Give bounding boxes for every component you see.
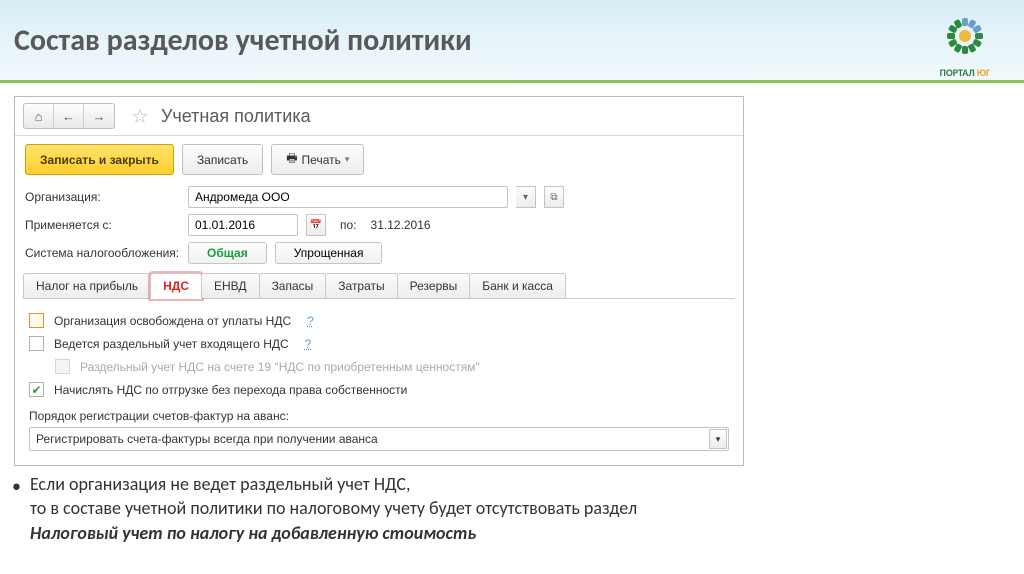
- help-icon[interactable]: ?: [307, 314, 314, 328]
- row-separate-sub: Раздельный учет НДС на счете 19 "НДС по …: [29, 355, 729, 378]
- nav-group: ⌂ ← →: [23, 103, 115, 129]
- organization-input[interactable]: [188, 186, 508, 208]
- bullet-icon: •: [12, 474, 21, 498]
- calendar-icon[interactable]: 📅: [306, 214, 326, 236]
- logo-icon: [937, 8, 993, 64]
- slide-body-text: • Если организация не ведет раздельный у…: [30, 472, 1004, 545]
- printer-icon: 🖶: [286, 149, 297, 170]
- invoice-order-value: Регистрировать счета-фактуры всегда при …: [36, 432, 378, 446]
- label-separate: Ведется раздельный учет входящего НДС: [54, 337, 289, 351]
- label-tax-system: Система налогообложения:: [25, 246, 180, 260]
- slide-title: Состав разделов учетной политики: [14, 22, 472, 59]
- app-window: ⌂ ← → ☆ Учетная политика Записать и закр…: [14, 96, 744, 466]
- checkbox-separate[interactable]: [29, 336, 44, 351]
- tax-simplified-button[interactable]: Упрощенная: [275, 242, 383, 264]
- chevron-down-icon: ▾: [345, 154, 350, 165]
- tab-vat[interactable]: НДС: [150, 273, 202, 299]
- tab-reserves[interactable]: Резервы: [397, 273, 471, 298]
- print-button[interactable]: 🖶 Печать ▾: [271, 144, 364, 175]
- chevron-down-icon: ▾: [709, 429, 727, 449]
- tabs: Налог на прибыль НДС ЕНВД Запасы Затраты…: [23, 273, 735, 299]
- print-label: Печать: [302, 153, 341, 167]
- date-from-input[interactable]: [188, 214, 298, 236]
- label-separate-sub: Раздельный учет НДС на счете 19 "НДС по …: [80, 360, 480, 374]
- tab-profit-tax[interactable]: Налог на прибыль: [23, 273, 151, 298]
- tab-bank-cash[interactable]: Банк и касса: [469, 273, 566, 298]
- favorite-icon[interactable]: ☆: [131, 104, 149, 129]
- forward-button[interactable]: →: [84, 104, 114, 128]
- date-to-value: 31.12.2016: [371, 218, 431, 232]
- tab-costs[interactable]: Затраты: [325, 273, 397, 298]
- row-applies-from: Применяется с: 📅 по: 31.12.2016: [15, 211, 743, 239]
- tax-general-button[interactable]: Общая: [188, 242, 267, 264]
- save-and-close-button[interactable]: Записать и закрыть: [25, 144, 174, 175]
- checkbox-exempt[interactable]: [29, 313, 44, 328]
- logo-text: ПОРТАЛ ЮГ: [920, 66, 1010, 79]
- label-invoice-order: Порядок регистрации счетов-фактур на ава…: [29, 401, 729, 427]
- label-applies-from: Применяется с:: [25, 218, 180, 232]
- toolbar: Записать и закрыть Записать 🖶 Печать ▾: [15, 136, 743, 183]
- save-button[interactable]: Записать: [182, 144, 263, 175]
- checkbox-separate-sub: [55, 359, 70, 374]
- open-button[interactable]: ⧉: [544, 186, 564, 208]
- home-button[interactable]: ⌂: [24, 104, 54, 128]
- label-exempt: Организация освобождена от уплаты НДС: [54, 314, 291, 328]
- form-title: Учетная политика: [161, 106, 311, 127]
- logo: ПОРТАЛ ЮГ: [920, 8, 1010, 79]
- label-organization: Организация:: [25, 190, 180, 204]
- label-accrue: Начислять НДС по отгрузке без перехода п…: [54, 383, 407, 397]
- body-line-1: Если организация не ведет раздельный уче…: [30, 473, 410, 495]
- divider-line: [0, 80, 1024, 83]
- organization-field[interactable]: [195, 190, 501, 204]
- dropdown-button[interactable]: ▾: [516, 186, 536, 208]
- invoice-order-select[interactable]: Регистрировать счета-фактуры всегда при …: [29, 427, 729, 451]
- body-line-3: Налоговый учет по налогу на добавленную …: [30, 522, 476, 544]
- row-exempt: Организация освобождена от уплаты НДС ?: [29, 309, 729, 332]
- row-tax-system: Система налогообложения: Общая Упрощенна…: [15, 239, 743, 267]
- help-icon[interactable]: ?: [305, 337, 312, 351]
- row-organization: Организация: ▾ ⧉: [15, 183, 743, 211]
- label-to: по:: [340, 218, 357, 232]
- row-separate: Ведется раздельный учет входящего НДС ?: [29, 332, 729, 355]
- tab-envd[interactable]: ЕНВД: [201, 273, 260, 298]
- app-header: ⌂ ← → ☆ Учетная политика: [15, 97, 743, 136]
- tab-content-vat: Организация освобождена от уплаты НДС ? …: [15, 299, 743, 465]
- tab-stocks[interactable]: Запасы: [259, 273, 327, 298]
- body-line-2: то в составе учетной политики по налогов…: [30, 497, 637, 519]
- row-accrue: ✔ Начислять НДС по отгрузке без перехода…: [29, 378, 729, 401]
- checkbox-accrue[interactable]: ✔: [29, 382, 44, 397]
- back-button[interactable]: ←: [54, 104, 84, 128]
